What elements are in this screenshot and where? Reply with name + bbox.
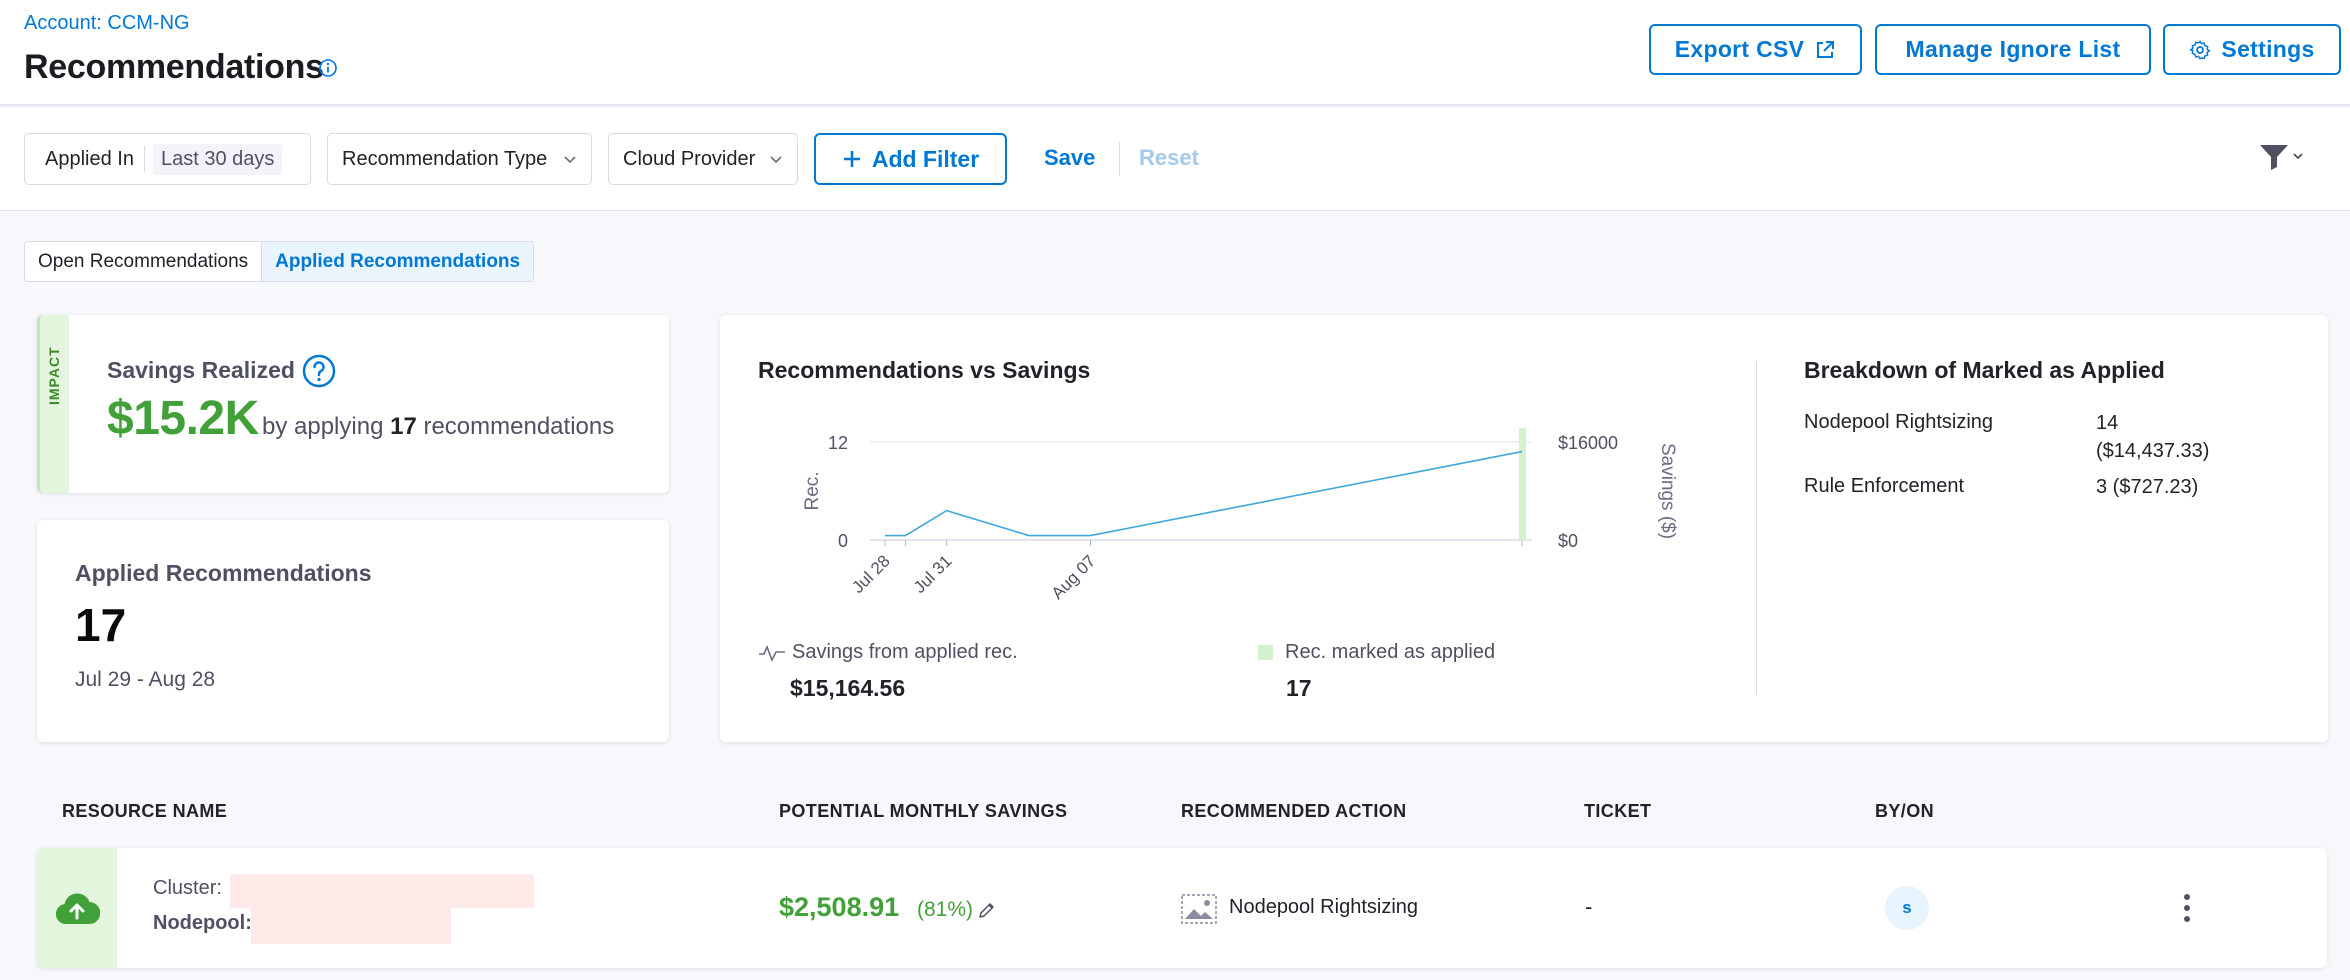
gear-icon <box>2190 40 2211 59</box>
applied-recommendations-range: Jul 29 - Aug 28 <box>75 668 216 691</box>
table-row[interactable]: Cluster: Nodepool: $2,508.91 (81%) Nodep… <box>37 848 2327 968</box>
applied-in-label: Applied In <box>45 147 134 170</box>
y-tick-label: 12 <box>828 433 848 453</box>
breakdown-row-label: Nodepool Rightsizing <box>1804 411 1994 433</box>
applied-in-divider <box>143 146 145 172</box>
page-title: Recommendations <box>24 48 324 86</box>
cloud-upload-icon <box>55 893 100 925</box>
y-tick-label: 0 <box>838 531 848 551</box>
recommendation-type-dropdown[interactable]: Recommendation Type <box>327 133 592 185</box>
savings-realized-card: IMPACT Savings Realized $15.2K by applyi… <box>37 315 669 493</box>
cluster-label: Cluster: <box>153 877 222 899</box>
y2-tick-label: $16000 <box>1558 433 1618 453</box>
impact-label: IMPACT <box>46 346 62 405</box>
applied-recommendations-count: 17 <box>75 599 127 651</box>
avatar[interactable]: s <box>1885 886 1929 930</box>
potential-savings-value: $2,508.91 <box>779 892 900 922</box>
filter-bar: Applied In Last 30 days Recommendation T… <box>0 108 2350 211</box>
plus-icon <box>843 151 860 167</box>
ticket-value: - <box>1585 894 1593 919</box>
column-header-potential-savings[interactable]: POTENTIAL MONTHLY SAVINGS <box>779 801 1067 822</box>
legend-savings: Savings from applied rec. <box>758 641 1018 664</box>
column-header-by-on: BY/ON <box>1875 801 1935 821</box>
desc-prefix: by applying <box>262 413 384 440</box>
info-icon[interactable] <box>318 58 338 78</box>
line-chart-icon <box>759 644 785 662</box>
cloud-provider-label: Cloud Provider <box>623 147 756 170</box>
chart-divider <box>1756 361 1757 695</box>
savings-realized-title: Savings Realized <box>107 357 295 383</box>
tab-applied-recommendations[interactable]: Applied Recommendations <box>261 242 534 281</box>
tab-open-recommendations[interactable]: Open Recommendations <box>25 242 261 281</box>
manage-ignore-list-label: Manage Ignore List <box>1905 36 2121 62</box>
save-filter-button[interactable]: Save <box>1044 145 1095 171</box>
savings-realized-amount: $15.2K <box>107 392 259 445</box>
desc-suffix: recommendations <box>423 413 615 440</box>
pencil-icon[interactable] <box>977 900 997 920</box>
savings-realized-description: by applying 17 recommendations <box>262 413 614 441</box>
page-header: Account: CCM-NG Recommendations Export C… <box>0 0 2350 106</box>
export-csv-label: Export CSV <box>1674 36 1805 62</box>
chevron-down-icon <box>770 156 782 164</box>
recommendation-type-label: Recommendation Type <box>342 147 548 170</box>
x-tick-label: Jul 28 <box>848 551 894 597</box>
legend-rec-applied-label: Rec. marked as applied <box>1285 641 1496 663</box>
impact-strip: IMPACT <box>37 315 69 493</box>
redacted-cluster-name <box>230 874 534 908</box>
chevron-down-icon <box>564 156 576 164</box>
account-breadcrumb-link[interactable]: Account: CCM-NG <box>24 12 190 35</box>
breakdown-row-label: Rule Enforcement <box>1804 475 1965 497</box>
savings-percent: (81%) <box>917 898 974 921</box>
recommended-action: Nodepool Rightsizing <box>1229 896 1419 918</box>
manage-ignore-list-button[interactable]: Manage Ignore List <box>1875 24 2151 75</box>
column-header-recommended-action[interactable]: RECOMMENDED ACTION <box>1181 801 1407 822</box>
recommendations-vs-savings-chart: 12 0 $16000 $0 Rec. Savings ($) Jul 28 Jul 31 Au… <box>802 428 1678 603</box>
settings-button[interactable]: Settings <box>2163 24 2341 75</box>
image-placeholder-icon <box>1181 894 1217 924</box>
breakdown-row-value: 14 ($14,437.33) <box>2096 409 2209 465</box>
redacted-nodepool-name <box>251 908 451 944</box>
column-header-ticket: TICKET <box>1584 801 1652 821</box>
funnel-icon[interactable] <box>2258 142 2306 172</box>
reset-filter-button[interactable]: Reset <box>1139 145 1199 171</box>
recommendation-tabs: Open Recommendations Applied Recommendat… <box>24 241 535 282</box>
applied-recommendations-card: Applied Recommendations 17 Jul 29 - Aug … <box>37 520 669 742</box>
kebab-icon[interactable] <box>2181 892 2193 924</box>
settings-label: Settings <box>2221 36 2315 62</box>
legend-savings-label: Savings from applied rec. <box>792 641 1018 663</box>
legend-rec-applied-value: 17 <box>1286 675 1312 701</box>
applied-in-filter[interactable]: Applied In Last 30 days <box>24 133 311 185</box>
cloud-provider-dropdown[interactable]: Cloud Provider <box>608 133 798 185</box>
savings-series-line <box>885 450 1523 537</box>
add-filter-button[interactable]: Add Filter <box>814 133 1007 185</box>
y2-tick-label: $0 <box>1558 531 1578 551</box>
breakdown-value-line1: 3 ($727.23) <box>2096 476 2199 498</box>
chart-bar <box>1519 428 1526 540</box>
export-csv-button[interactable]: Export CSV <box>1649 24 1862 75</box>
save-reset-divider <box>1119 142 1120 176</box>
breakdown-row-value: 3 ($727.23) <box>2096 473 2198 501</box>
y2-axis-title: Savings ($) <box>1657 443 1678 539</box>
external-link-icon <box>1817 40 1835 58</box>
column-header-resource-name[interactable]: RESOURCE NAME <box>62 801 227 822</box>
resource-icon-cell <box>37 848 117 968</box>
add-filter-label: Add Filter <box>871 145 980 172</box>
y-axis-title: Rec. <box>802 471 823 510</box>
legend-bar-swatch <box>1258 645 1273 660</box>
chart-breakdown-card: Recommendations vs Savings 12 0 $16000 $0 Re… <box>720 315 2328 742</box>
breakdown-title: Breakdown of Marked as Applied <box>1804 357 2165 383</box>
legend-savings-value: $15,164.56 <box>790 675 906 701</box>
applied-in-value: Last 30 days <box>152 143 283 175</box>
desc-count: 17 <box>390 413 417 440</box>
x-tick-label: Aug 07 <box>1048 551 1100 603</box>
breakdown-value-line2: ($14,437.33) <box>2096 440 2210 462</box>
help-circle-icon[interactable] <box>301 353 337 389</box>
breakdown-value-line1: 14 <box>2096 412 2119 434</box>
legend-rec-applied: Rec. marked as applied <box>1258 641 1495 664</box>
x-tick-label: Jul 31 <box>910 551 956 597</box>
nodepool-label: Nodepool: <box>153 912 252 934</box>
applied-recommendations-title: Applied Recommendations <box>75 560 372 586</box>
